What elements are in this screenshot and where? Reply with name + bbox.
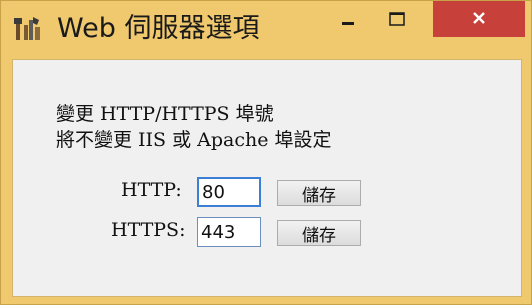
save-http-button[interactable]: 儲存	[277, 180, 361, 206]
window-title: Web 伺服器選項	[57, 13, 260, 44]
minimize-icon	[341, 11, 355, 30]
save-https-button[interactable]: 儲存	[277, 220, 361, 246]
dialog-content: 變更 HTTP/HTTPS 埠號 將不變更 IIS 或 Apache 埠設定 H…	[12, 59, 522, 297]
close-button[interactable]	[433, 1, 525, 37]
https-port-input[interactable]	[197, 217, 261, 247]
note-text: 將不變更 IIS 或 Apache 埠設定	[56, 129, 332, 151]
https-port-label: HTTPS:	[111, 219, 186, 241]
title-bar[interactable]: Web 伺服器選項	[1, 1, 531, 58]
minimize-button[interactable]	[325, 1, 371, 39]
http-port-label: HTTP:	[121, 179, 182, 201]
instruction-text: 變更 HTTP/HTTPS 埠號	[56, 103, 274, 125]
close-icon	[472, 10, 486, 29]
tools-icon[interactable]	[13, 15, 43, 43]
maximize-button[interactable]	[373, 1, 421, 39]
web-server-options-window: Web 伺服器選項 變更 HTTP/HTTPS 埠號 將不變更 IIS 或 Ap…	[0, 0, 532, 305]
maximize-icon	[389, 11, 405, 30]
http-port-input[interactable]	[197, 177, 261, 207]
